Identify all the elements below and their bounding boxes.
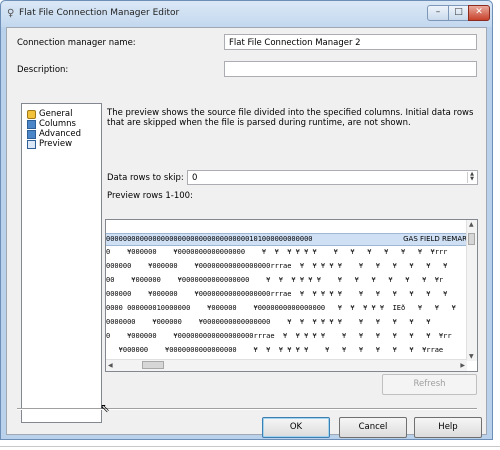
- desktop-background: [0, 440, 500, 450]
- nav-item-general[interactable]: General: [27, 109, 73, 119]
- title-bar[interactable]: ♀ Flat File Connection Manager Editor – …: [1, 1, 492, 27]
- navigation-panel: General Columns Advanced Preview: [21, 103, 102, 423]
- mouse-cursor-icon: ⇖: [100, 401, 111, 415]
- cancel-button[interactable]: Cancel: [339, 417, 407, 438]
- nav-item-label: Advanced: [39, 129, 81, 139]
- table-row[interactable]: 0000000000000000000000000000000000101000…: [106, 233, 467, 246]
- nav-item-advanced[interactable]: Advanced: [27, 129, 81, 139]
- background-divider: [0, 446, 500, 447]
- rows-to-skip-label: Data rows to skip:: [107, 173, 184, 183]
- grid-header: [106, 220, 467, 234]
- rows-to-skip-value: 0: [192, 173, 198, 183]
- advanced-icon: [27, 129, 36, 139]
- table-row[interactable]: 0 ¥000000 ¥000000000000000000rrrae ¥ ¥ ¥…: [106, 331, 467, 342]
- columns-icon: [27, 119, 36, 129]
- row-extra-text: GAS FIELD REMAR: [399, 234, 467, 245]
- dialog-body: Connection manager name: Flat File Conne…: [6, 27, 487, 438]
- minimize-button[interactable]: –: [427, 5, 449, 21]
- table-row[interactable]: ¥000000 ¥0000000000000000 ¥ ¥ ¥ ¥ ¥ ¥ ¥ …: [106, 345, 467, 356]
- connection-name-label: Connection manager name:: [17, 38, 136, 48]
- preview-description: The preview shows the source file divide…: [107, 108, 474, 128]
- row-text: 000000 ¥000000 ¥00000000000000000rrrae ¥…: [106, 262, 448, 270]
- horizontal-scroll-thumb[interactable]: [142, 361, 164, 369]
- table-row[interactable]: 00 ¥000000 ¥0000000000000000 ¥ ¥ ¥ ¥ ¥ ¥…: [106, 275, 467, 286]
- ok-button[interactable]: OK: [262, 417, 330, 438]
- row-text: 0000000000000000000000000000000000101000…: [106, 235, 313, 243]
- nav-item-preview[interactable]: Preview: [27, 139, 72, 149]
- row-text: 0 ¥000000 ¥000000000000000000rrrae ¥ ¥ ¥…: [106, 332, 452, 340]
- table-row[interactable]: 0 ¥000000 ¥0000000000000000 ¥ ¥ ¥ ¥ ¥ ¥ …: [106, 247, 467, 258]
- dialog-window: ♀ Flat File Connection Manager Editor – …: [0, 0, 493, 440]
- row-text: 0000000 ¥000000 ¥0000000000000000 ¥ ¥ ¥ …: [106, 318, 431, 326]
- scroll-down-icon[interactable]: ▼: [469, 353, 474, 360]
- horizontal-scrollbar[interactable]: ◀ ▶: [106, 359, 467, 371]
- description-label: Description:: [17, 65, 69, 75]
- help-button[interactable]: Help: [414, 417, 482, 438]
- nav-item-label: Preview: [39, 139, 73, 149]
- vertical-scrollbar[interactable]: ▲ ▼: [466, 220, 477, 361]
- general-icon: [27, 109, 36, 119]
- maximize-button[interactable]: □: [448, 5, 469, 21]
- preview-rows-label: Preview rows 1-100:: [107, 191, 193, 201]
- table-row[interactable]: 000000 ¥000000 ¥00000000000000000rrrae ¥…: [106, 261, 467, 272]
- window-title: Flat File Connection Manager Editor: [19, 8, 180, 18]
- row-text: 000000 ¥000000 ¥00000000000000000rrrae ¥…: [106, 290, 448, 298]
- nav-item-label: Columns: [39, 119, 76, 129]
- refresh-button[interactable]: Refresh: [382, 374, 477, 395]
- preview-grid[interactable]: 0000000000000000000000000000000000101000…: [105, 219, 478, 372]
- row-text: 00 ¥000000 ¥0000000000000000 ¥ ¥ ¥ ¥ ¥ ¥…: [106, 276, 444, 284]
- table-row[interactable]: 0000000 ¥000000 ¥0000000000000000 ¥ ¥ ¥ …: [106, 317, 467, 328]
- vertical-scroll-thumb[interactable]: [468, 233, 475, 245]
- nav-item-label: General: [39, 109, 73, 119]
- spin-buttons[interactable]: ▲ ▼: [467, 172, 476, 183]
- app-icon: ♀: [7, 8, 15, 19]
- nav-item-columns[interactable]: Columns: [27, 119, 76, 129]
- row-text: 0000 000000010000000 ¥000000 ¥0000000000…: [106, 304, 456, 312]
- connection-name-input[interactable]: Flat File Connection Manager 2: [224, 34, 477, 50]
- table-row[interactable]: 0000 000000010000000 ¥000000 ¥0000000000…: [106, 303, 467, 314]
- row-text: 0 ¥000000 ¥0000000000000000 ¥ ¥ ¥ ¥ ¥ ¥ …: [106, 248, 448, 256]
- rows-to-skip-input[interactable]: 0 ▲ ▼: [187, 170, 478, 185]
- row-text: ¥000000 ¥0000000000000000 ¥ ¥ ¥ ¥ ¥ ¥ ¥ …: [106, 346, 444, 354]
- table-row[interactable]: 000000 ¥000000 ¥00000000000000000rrrae ¥…: [106, 289, 467, 300]
- footer-separator: [17, 408, 477, 410]
- preview-icon: [27, 139, 36, 149]
- description-input[interactable]: [224, 61, 477, 77]
- close-button[interactable]: ✕: [468, 5, 490, 21]
- scroll-left-icon[interactable]: ◀: [108, 362, 113, 369]
- scroll-right-icon[interactable]: ▶: [460, 362, 465, 369]
- scroll-up-icon[interactable]: ▲: [469, 221, 474, 228]
